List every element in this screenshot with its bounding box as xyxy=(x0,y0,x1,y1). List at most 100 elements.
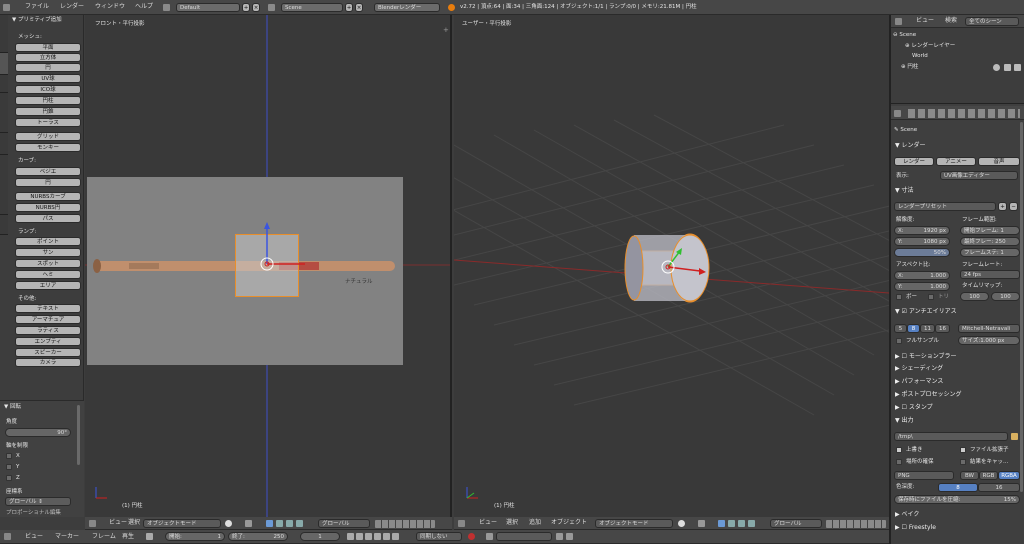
render-audio-button[interactable]: 音声 xyxy=(978,157,1020,166)
outliner-cylinder-item[interactable]: ⊕ 円柱 xyxy=(901,63,918,71)
timeline-current-frame[interactable]: 1 xyxy=(300,532,340,541)
menu-render[interactable]: レンダー xyxy=(60,2,84,12)
frame-step-field[interactable]: フレームステ: 1 xyxy=(960,248,1020,257)
layout-remove-button[interactable]: × xyxy=(252,3,260,12)
viewport-user[interactable]: ユーザー・平行投影 (1) 円柱 xyxy=(454,15,889,517)
aa-samples-11[interactable]: 11 xyxy=(920,324,935,333)
color-depth-8[interactable]: 8 xyxy=(938,483,978,492)
tab-tools[interactable] xyxy=(0,15,8,53)
file-format-select[interactable]: PNG xyxy=(894,471,954,480)
insert-key-icon[interactable] xyxy=(556,533,563,540)
vp1-orientation-select[interactable]: グローバル xyxy=(318,519,370,528)
filter-size-field[interactable]: サイズ:1.000 px xyxy=(958,336,1020,345)
vp2-orientation-select[interactable]: グローバル xyxy=(770,519,822,528)
timeline-menu-playback[interactable]: 再生 xyxy=(122,532,134,542)
vp1-scale-icon[interactable] xyxy=(296,520,303,527)
add-curve-circle-button[interactable]: 円 xyxy=(15,178,81,187)
record-icon[interactable] xyxy=(468,533,475,540)
render-engine-select[interactable]: Blenderレンダー xyxy=(374,3,440,12)
outliner-world-item[interactable]: World xyxy=(912,52,928,60)
full-sample-checkbox[interactable] xyxy=(896,338,902,344)
antialiasing-panel-header[interactable]: ▼ ☑ アンチエイリアス xyxy=(892,307,1024,317)
bake-panel-header[interactable]: ▶ ベイク xyxy=(892,510,1024,520)
properties-context-tabs[interactable] xyxy=(908,109,1020,118)
frame-end-field[interactable]: 最終フレー: 250 xyxy=(960,237,1020,246)
border-checkbox[interactable] xyxy=(896,294,902,300)
timeline-preview-range-icon[interactable] xyxy=(146,533,153,540)
layout-select[interactable]: Default xyxy=(176,3,240,12)
prev-key-icon[interactable] xyxy=(356,533,363,540)
select-arrow-icon[interactable] xyxy=(1004,64,1011,71)
transform-manipulator-user[interactable] xyxy=(650,237,710,297)
aa-samples-8[interactable]: 8 xyxy=(907,324,920,333)
add-monkey-button[interactable]: モンキー xyxy=(15,143,81,152)
screen-layout-icon[interactable] xyxy=(163,4,170,11)
scene-icon[interactable] xyxy=(268,4,275,11)
frame-start-field[interactable]: 開始フレーム: 1 xyxy=(960,226,1020,235)
timeline-end-field[interactable]: 終了: 250 xyxy=(228,532,288,541)
viewport-front-corner-plus-icon[interactable]: + xyxy=(443,26,450,34)
tab-animation[interactable] xyxy=(0,93,8,133)
compression-field[interactable]: 保存時にファイルを圧縮: 15% xyxy=(894,495,1020,504)
vp1-mode-select[interactable]: オブジェクトモード xyxy=(143,519,221,528)
menu-help[interactable]: ヘルプ xyxy=(135,2,153,12)
timeline-menu-frame[interactable]: フレーム xyxy=(92,532,116,542)
add-area-lamp-button[interactable]: エリア xyxy=(15,281,81,290)
tab-physics[interactable] xyxy=(0,133,8,155)
post-processing-panel-header[interactable]: ▶ ポストプロセッシング xyxy=(892,390,1024,400)
color-rgb-button[interactable]: RGB xyxy=(979,471,998,480)
folder-icon[interactable] xyxy=(1011,433,1018,440)
vp2-menu-add[interactable]: 追加 xyxy=(529,518,541,528)
preset-remove-button[interactable]: − xyxy=(1009,202,1018,211)
panel-title-add-primitive[interactable]: ▼ プリミティブ追加 xyxy=(12,16,62,24)
add-empty-button[interactable]: エンプティ xyxy=(15,337,81,346)
vp1-menu-view[interactable]: ビュー xyxy=(109,518,127,528)
keying-set-icon[interactable] xyxy=(486,533,493,540)
render-presets-select[interactable]: レンダープリセット xyxy=(894,202,996,211)
add-nurbs-circle-button[interactable]: NURBS円 xyxy=(15,203,81,212)
render-camera-icon[interactable] xyxy=(1014,64,1021,71)
sync-mode-select[interactable]: 同期しない xyxy=(416,532,462,541)
add-icosphere-button[interactable]: ICO球 xyxy=(15,85,81,94)
add-circle-button[interactable]: 円 xyxy=(15,63,81,72)
outliner-renderlayers-item[interactable]: ⊕ レンダーレイヤー xyxy=(905,42,955,50)
aspect-x-field[interactable]: X: 1.000 xyxy=(894,271,950,280)
view3d-editor-icon-2[interactable] xyxy=(458,520,465,527)
color-depth-16[interactable]: 16 xyxy=(978,483,1020,492)
vp1-pivot-icon[interactable] xyxy=(245,520,252,527)
add-grid-button[interactable]: グリッド xyxy=(15,132,81,141)
color-rgba-button[interactable]: RGBA xyxy=(998,471,1020,480)
tab-create[interactable] xyxy=(0,53,8,75)
outliner-filter-select[interactable]: 全てのシーン xyxy=(965,17,1019,26)
file-extension-checkbox[interactable] xyxy=(960,447,966,453)
next-key-icon[interactable] xyxy=(383,533,390,540)
add-hemi-lamp-button[interactable]: ヘミ xyxy=(15,270,81,279)
scene-add-button[interactable]: + xyxy=(345,3,353,12)
scene-select[interactable]: Scene xyxy=(281,3,343,12)
viewport-front[interactable]: ナチュラル フロント・平行投影 (1) 円柱 + xyxy=(85,15,452,517)
tab-relations[interactable] xyxy=(0,75,8,93)
add-torus-button[interactable]: トーラス xyxy=(15,118,81,127)
overwrite-checkbox[interactable] xyxy=(896,447,902,453)
tab-grease-pencil[interactable] xyxy=(0,155,8,215)
display-select[interactable]: UV画像エディター xyxy=(940,171,1018,180)
play-reverse-icon[interactable] xyxy=(365,533,372,540)
timeline-start-field[interactable]: 開始: 1 xyxy=(165,532,225,541)
add-camera-button[interactable]: カメラ xyxy=(15,358,81,367)
resolution-x-field[interactable]: X: 1920 px xyxy=(894,226,950,235)
add-plane-button[interactable]: 平面 xyxy=(15,43,81,52)
jump-start-icon[interactable] xyxy=(347,533,354,540)
vp2-menu-object[interactable]: オブジェクト xyxy=(551,518,587,528)
delete-key-icon[interactable] xyxy=(566,533,573,540)
properties-scrollbar[interactable] xyxy=(1020,122,1023,492)
transform-manipulator-front[interactable] xyxy=(227,220,307,300)
motion-blur-panel-header[interactable]: ▶ ☐ モーションブラー xyxy=(892,352,1024,362)
time-remap-new-field[interactable]: 100 xyxy=(991,292,1020,301)
preset-add-button[interactable]: + xyxy=(998,202,1007,211)
add-point-lamp-button[interactable]: ポイント xyxy=(15,237,81,246)
crop-checkbox[interactable] xyxy=(928,294,934,300)
vp2-mode-select[interactable]: オブジェクトモード xyxy=(595,519,673,528)
add-cone-button[interactable]: 円錐 xyxy=(15,107,81,116)
coord-system-select[interactable]: グローバル ⇕ xyxy=(5,497,71,506)
timeline-editor-icon[interactable] xyxy=(4,533,11,540)
